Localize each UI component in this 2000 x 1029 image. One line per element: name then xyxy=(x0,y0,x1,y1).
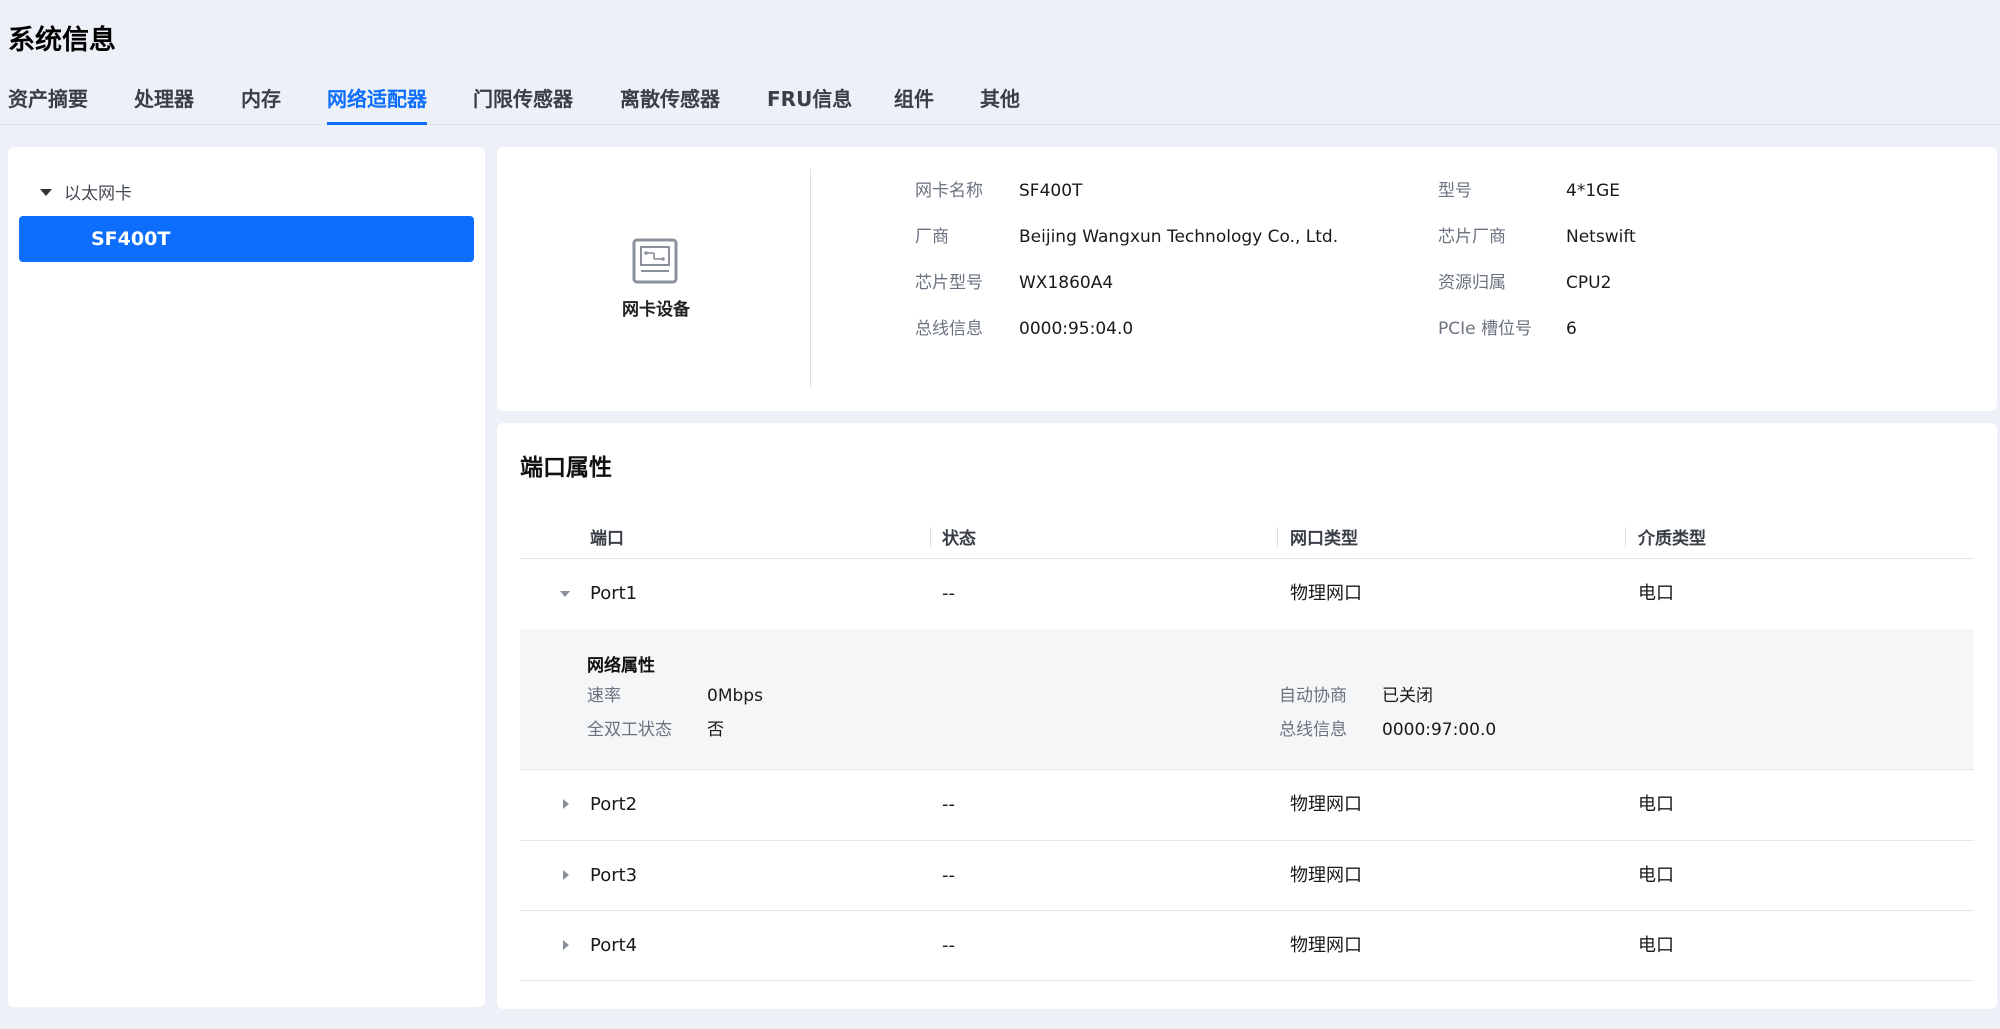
detail-bus-value: 0000:97:00.0 xyxy=(1382,720,1497,740)
tab-asset-summary[interactable]: 资产摘要 xyxy=(8,84,88,122)
cell-media-type: 电口 xyxy=(1638,583,1674,604)
field-chip-vendor-key: 芯片厂商 xyxy=(1438,225,1506,249)
tab-other[interactable]: 其他 xyxy=(980,84,1020,122)
field-bus-value: 0000:95:04.0 xyxy=(1019,317,1133,341)
chevron-down-icon[interactable] xyxy=(560,588,572,600)
tab-network-adapter[interactable]: 网络适配器 xyxy=(327,84,427,125)
table-row[interactable]: Port1 -- 物理网口 电口 xyxy=(520,559,1974,629)
cell-port: Port3 xyxy=(590,865,638,886)
cell-port: Port1 xyxy=(590,583,638,604)
field-pcie-slot-key: PCIe 槽位号 xyxy=(1438,317,1532,341)
field-resource-key: 资源归属 xyxy=(1438,271,1506,295)
detail-auto-neg-key: 自动协商 xyxy=(1279,686,1347,706)
key: 资源归属 xyxy=(1438,273,1506,293)
divider xyxy=(810,169,811,387)
field-chip-vendor-value: Netswift xyxy=(1566,225,1636,249)
port-detail-panel: 网络属性 速率 0Mbps 自动协商 已关闭 全双工状态 否 总线信息 0000… xyxy=(520,629,1974,769)
chevron-right-icon[interactable] xyxy=(560,940,572,952)
tree-group-label: 以太网卡 xyxy=(64,184,132,204)
detail-speed-key: 速率 xyxy=(587,686,621,706)
column-header-media-type: 介质类型 xyxy=(1638,529,1706,549)
tab-components[interactable]: 组件 xyxy=(894,84,934,122)
field-vendor-key: 厂商 xyxy=(915,225,949,249)
caret-down-icon xyxy=(40,188,52,196)
detail-title: 网络属性 xyxy=(587,656,655,676)
device-label: 网卡设备 xyxy=(622,300,690,320)
cell-net-type: 物理网口 xyxy=(1290,794,1362,815)
port-properties-panel: 端口属性 端口 状态 网口类型 介质类型 Port1 -- 物理网口 电口 网络… xyxy=(497,423,1997,1009)
field-name-value: SF400T xyxy=(1019,179,1082,203)
value: 4*1GE xyxy=(1566,181,1621,201)
detail-speed-value: 0Mbps xyxy=(707,686,763,706)
value: Beijing Wangxun Technology Co., Ltd. xyxy=(1019,227,1339,247)
cell-status: -- xyxy=(942,794,955,815)
cell-media-type: 电口 xyxy=(1638,794,1674,815)
key: 厂商 xyxy=(915,227,949,247)
detail-auto-neg-value: 已关闭 xyxy=(1382,686,1433,706)
cell-net-type: 物理网口 xyxy=(1290,583,1362,604)
chevron-right-icon[interactable] xyxy=(560,870,572,882)
tab-memory[interactable]: 内存 xyxy=(241,84,281,122)
page-title: 系统信息 xyxy=(8,25,116,56)
cell-status: -- xyxy=(942,865,955,886)
key: 总线信息 xyxy=(915,319,983,339)
field-name-key: 网卡名称 xyxy=(915,179,983,203)
column-header-status: 状态 xyxy=(942,529,976,549)
tab-bar: 资产摘要 处理器 内存 网络适配器 门限传感器 离散传感器 FRU信息 组件 其… xyxy=(0,84,2000,125)
column-separator xyxy=(1625,527,1626,547)
chevron-right-icon[interactable] xyxy=(560,799,572,811)
key: 芯片型号 xyxy=(915,273,983,293)
key: 芯片厂商 xyxy=(1438,227,1506,247)
field-chip-model-key: 芯片型号 xyxy=(915,271,983,295)
field-model-key: 型号 xyxy=(1438,179,1472,203)
cell-media-type: 电口 xyxy=(1638,935,1674,956)
field-bus-key: 总线信息 xyxy=(915,317,983,341)
table-row[interactable]: Port2 -- 物理网口 电口 xyxy=(520,770,1974,840)
adapter-info-panel: 网卡设备 网卡名称 SF400T 型号 4*1GE 厂商 Beijing Wan… xyxy=(497,147,1997,411)
key: PCIe 槽位号 xyxy=(1438,319,1532,339)
column-separator xyxy=(930,527,931,547)
tab-threshold-sensor[interactable]: 门限传感器 xyxy=(473,84,573,122)
column-header-net-type: 网口类型 xyxy=(1290,529,1358,549)
field-model-value: 4*1GE xyxy=(1566,179,1620,203)
field-vendor-value: Beijing Wangxun Technology Co., Ltd. xyxy=(1019,225,1338,249)
table-row[interactable]: Port4 -- 物理网口 电口 xyxy=(520,911,1974,981)
column-separator xyxy=(1277,527,1278,547)
value: 0000:95:04.0 xyxy=(1019,319,1134,339)
field-pcie-slot-value: 6 xyxy=(1566,317,1577,341)
adapter-tree-panel: 以太网卡 SF400T xyxy=(8,147,485,1007)
value: Netswift xyxy=(1566,227,1636,247)
field-chip-model-value: WX1860A4 xyxy=(1019,271,1113,295)
field-resource-value: CPU2 xyxy=(1566,271,1611,295)
network-card-icon xyxy=(632,238,678,284)
table-row[interactable]: Port3 -- 物理网口 电口 xyxy=(520,841,1974,911)
cell-port: Port4 xyxy=(590,935,638,956)
cell-media-type: 电口 xyxy=(1638,865,1674,886)
detail-full-duplex-key: 全双工状态 xyxy=(587,720,672,740)
tab-fru-info[interactable]: FRU信息 xyxy=(767,84,852,122)
cell-net-type: 物理网口 xyxy=(1290,935,1362,956)
cell-port: Port2 xyxy=(590,794,638,815)
column-header-port: 端口 xyxy=(590,529,624,549)
row-divider xyxy=(520,980,1974,981)
detail-full-duplex-value: 否 xyxy=(707,720,724,740)
cell-status: -- xyxy=(942,935,955,956)
detail-bus-key: 总线信息 xyxy=(1279,720,1347,740)
tree-group-ethernet[interactable]: 以太网卡 xyxy=(40,179,132,209)
key: 网卡名称 xyxy=(915,181,983,201)
cell-status: -- xyxy=(942,583,955,604)
key: 型号 xyxy=(1438,181,1472,201)
cell-net-type: 物理网口 xyxy=(1290,865,1362,886)
value: SF400T xyxy=(1019,181,1083,201)
value: WX1860A4 xyxy=(1019,273,1114,293)
tab-discrete-sensor[interactable]: 离散传感器 xyxy=(620,84,720,122)
value: 6 xyxy=(1566,319,1577,339)
value: CPU2 xyxy=(1566,273,1612,293)
section-title: 端口属性 xyxy=(520,455,612,481)
tab-processor[interactable]: 处理器 xyxy=(134,84,194,122)
tree-item-sf400t[interactable]: SF400T xyxy=(19,216,474,262)
